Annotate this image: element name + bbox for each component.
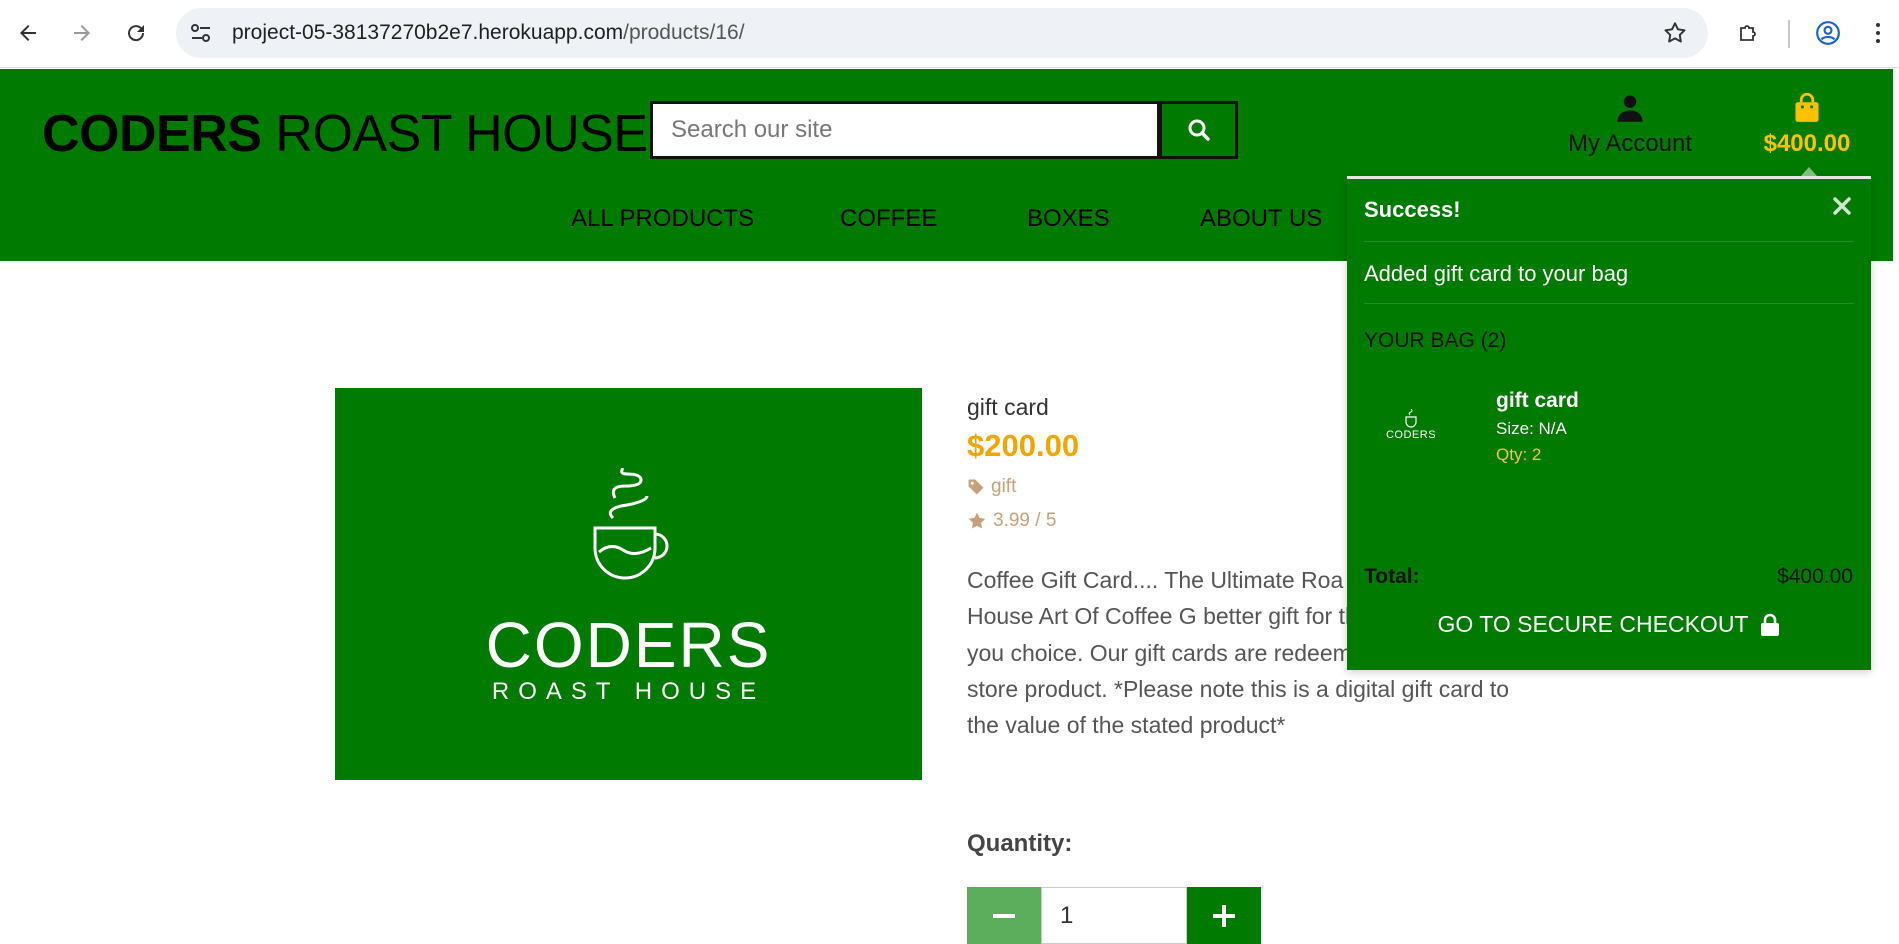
- user-icon: [1617, 95, 1643, 122]
- bag-item-name: gift card: [1496, 389, 1579, 412]
- search-input[interactable]: [650, 101, 1160, 159]
- my-account-label: My Account: [1567, 130, 1693, 157]
- search-button[interactable]: [1159, 101, 1238, 159]
- plus-icon: [1213, 904, 1235, 927]
- product-price: $200.00: [967, 428, 1080, 463]
- profile-button[interactable]: [1810, 15, 1846, 51]
- secure-checkout-button[interactable]: GO TO SECURE CHECKOUT: [1347, 611, 1871, 638]
- nav-all-products[interactable]: ALL PRODUCTS: [571, 205, 754, 233]
- checkout-label: GO TO SECURE CHECKOUT: [1437, 611, 1749, 637]
- address-bar[interactable]: project-05-38137270b2e7.herokuapp.com/pr…: [176, 8, 1708, 58]
- shopping-bag-link[interactable]: $400.00: [1752, 92, 1862, 158]
- toast-title: Success!: [1364, 197, 1461, 222]
- product-rating: 3.99 / 5: [967, 510, 1056, 532]
- nav-boxes[interactable]: BOXES: [1027, 205, 1110, 233]
- search-icon: [1188, 119, 1210, 141]
- nav-about-us[interactable]: ABOUT US: [1200, 205, 1322, 233]
- extensions-button[interactable]: [1731, 15, 1767, 51]
- product-image: CODERS ROAST HOUSE: [335, 388, 922, 780]
- forward-button[interactable]: [64, 15, 100, 51]
- toast-arrow: [1801, 167, 1817, 176]
- profile-icon: [1816, 21, 1840, 45]
- thumbnail-brand-text: CODERS: [1385, 429, 1437, 441]
- arrow-right-icon: [74, 25, 90, 41]
- url-path: /products/16/: [623, 21, 745, 44]
- increment-qty-button[interactable]: [1187, 887, 1261, 944]
- toast-close-button[interactable]: [1827, 191, 1857, 221]
- coffee-cup-logo-icon: [593, 468, 669, 580]
- bag-item-thumbnail: CODERS: [1381, 401, 1441, 449]
- bag-item-qty: Qty: 2: [1496, 445, 1542, 464]
- product-category-link[interactable]: gift: [967, 476, 1016, 498]
- toast-divider: [1364, 303, 1854, 304]
- bag-total-value: $400.00: [1777, 565, 1853, 588]
- my-account-link[interactable]: My Account: [1560, 93, 1700, 158]
- minus-icon: [993, 913, 1015, 918]
- bag-summary-title: YOUR BAG (2): [1364, 329, 1507, 352]
- browser-menu-button[interactable]: [1866, 15, 1890, 51]
- quantity-stepper: 1: [967, 887, 1261, 944]
- browser-toolbar: project-05-38137270b2e7.herokuapp.com/pr…: [0, 0, 1899, 68]
- search-form: [650, 101, 1238, 159]
- logo-rest-text: ROAST HOUSE: [261, 105, 648, 163]
- bag-item-size: Size: N/A: [1496, 419, 1567, 438]
- product-category: gift: [991, 476, 1017, 497]
- image-brand-subtitle: ROAST HOUSE: [491, 678, 766, 705]
- logo-bold-text: CODERS: [42, 105, 262, 163]
- kebab-menu-icon: [1876, 23, 1880, 43]
- url-host: project-05-38137270b2e7.herokuapp.com: [232, 21, 624, 44]
- site-settings-icon[interactable]: [188, 21, 214, 45]
- reload-icon: [128, 25, 145, 42]
- bag-total-label: Total:: [1364, 565, 1420, 588]
- bookmark-star-icon[interactable]: [1662, 20, 1688, 46]
- tag-icon: [968, 479, 984, 495]
- url-text: project-05-38137270b2e7.herokuapp.com/pr…: [232, 21, 745, 45]
- quantity-input[interactable]: 1: [1041, 887, 1187, 944]
- site-logo[interactable]: CODERS ROAST HOUSE: [42, 104, 648, 164]
- bag-total: $400.00: [1763, 130, 1851, 157]
- product-name: gift card: [967, 394, 1049, 420]
- image-brand-title: CODERS: [485, 609, 772, 681]
- shopping-bag-icon: [1795, 92, 1819, 122]
- quantity-label: Quantity:: [967, 830, 1073, 857]
- lock-icon: [1761, 613, 1780, 636]
- reload-button[interactable]: [118, 15, 154, 51]
- back-button[interactable]: [10, 15, 46, 51]
- product-rating-value: 3.99 / 5: [993, 510, 1057, 531]
- coffee-cup-thumbnail-icon: [1405, 409, 1417, 428]
- toast-message: Added gift card to your bag: [1364, 261, 1629, 286]
- nav-coffee[interactable]: COFFEE: [840, 205, 937, 233]
- toolbar-divider: [1788, 20, 1790, 48]
- decrement-qty-button[interactable]: [967, 887, 1041, 944]
- close-icon: [1833, 197, 1851, 215]
- success-toast: Success! Added gift card to your bag YOU…: [1347, 167, 1871, 670]
- puzzle-icon: [1740, 25, 1756, 41]
- star-icon: [968, 512, 986, 529]
- toast-divider: [1364, 241, 1854, 242]
- arrow-left-icon: [20, 25, 36, 41]
